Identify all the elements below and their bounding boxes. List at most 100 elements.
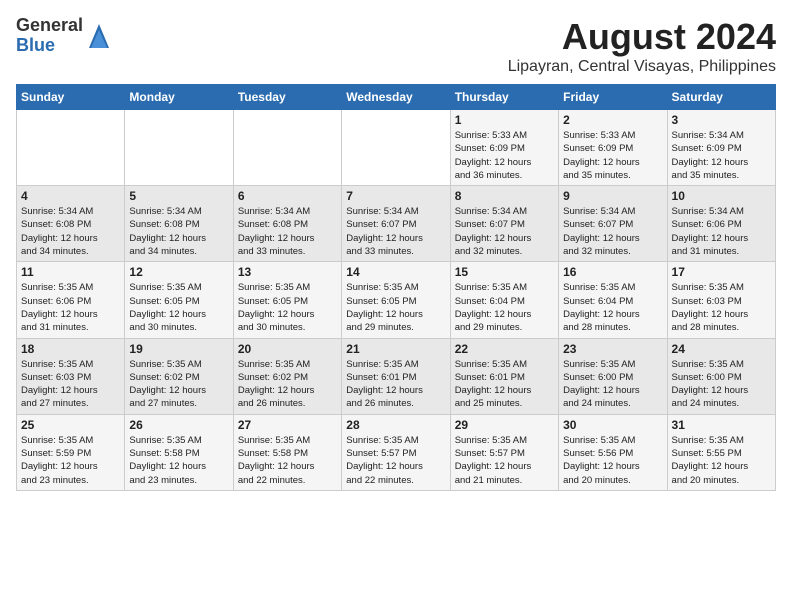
day-number: 28 bbox=[346, 418, 445, 432]
calendar-cell: 13 Sunrise: 5:35 AM Sunset: 6:05 PM Dayli… bbox=[233, 262, 341, 338]
weekday-header-tuesday: Tuesday bbox=[233, 85, 341, 110]
calendar-week-3: 11 Sunrise: 5:35 AM Sunset: 6:06 PM Dayli… bbox=[17, 262, 776, 338]
day-info: Sunrise: 5:34 AM Sunset: 6:06 PM Dayligh… bbox=[672, 205, 771, 258]
day-number: 27 bbox=[238, 418, 337, 432]
calendar-cell: 6 Sunrise: 5:34 AM Sunset: 6:08 PM Daylig… bbox=[233, 186, 341, 262]
calendar-table: SundayMondayTuesdayWednesdayThursdayFrid… bbox=[16, 84, 776, 491]
calendar-cell: 22 Sunrise: 5:35 AM Sunset: 6:01 PM Dayli… bbox=[450, 338, 558, 414]
calendar-cell: 16 Sunrise: 5:35 AM Sunset: 6:04 PM Dayli… bbox=[559, 262, 667, 338]
day-number: 21 bbox=[346, 342, 445, 356]
day-info: Sunrise: 5:35 AM Sunset: 6:01 PM Dayligh… bbox=[346, 358, 445, 411]
calendar-cell: 30 Sunrise: 5:35 AM Sunset: 5:56 PM Dayli… bbox=[559, 414, 667, 490]
day-info: Sunrise: 5:35 AM Sunset: 6:02 PM Dayligh… bbox=[238, 358, 337, 411]
calendar-week-1: 1 Sunrise: 5:33 AM Sunset: 6:09 PM Daylig… bbox=[17, 110, 776, 186]
month-title: August 2024 bbox=[508, 16, 776, 58]
day-info: Sunrise: 5:35 AM Sunset: 5:57 PM Dayligh… bbox=[455, 434, 554, 487]
day-info: Sunrise: 5:35 AM Sunset: 6:01 PM Dayligh… bbox=[455, 358, 554, 411]
day-number: 2 bbox=[563, 113, 662, 127]
logo: General Blue bbox=[16, 16, 111, 56]
location-title: Lipayran, Central Visayas, Philippines bbox=[508, 58, 776, 76]
calendar-week-4: 18Sunrise: 5:35 AM Sunset: 6:03 PM Dayli… bbox=[17, 338, 776, 414]
day-number: 16 bbox=[563, 265, 662, 279]
calendar-cell: 15 Sunrise: 5:35 AM Sunset: 6:04 PM Dayli… bbox=[450, 262, 558, 338]
day-info: Sunrise: 5:35 AM Sunset: 6:04 PM Dayligh… bbox=[563, 281, 662, 334]
day-info: Sunrise: 5:35 AM Sunset: 6:05 PM Dayligh… bbox=[346, 281, 445, 334]
calendar-cell: 11 Sunrise: 5:35 AM Sunset: 6:06 PM Dayli… bbox=[17, 262, 125, 338]
calendar-cell: 3Sunrise: 5:34 AM Sunset: 6:09 PM Daylig… bbox=[667, 110, 775, 186]
day-info: Sunrise: 5:34 AM Sunset: 6:07 PM Dayligh… bbox=[346, 205, 445, 258]
calendar-cell: 28 Sunrise: 5:35 AM Sunset: 5:57 PM Dayli… bbox=[342, 414, 450, 490]
day-info: Sunrise: 5:35 AM Sunset: 5:55 PM Dayligh… bbox=[672, 434, 771, 487]
day-number: 14 bbox=[346, 265, 445, 279]
day-number: 15 bbox=[455, 265, 554, 279]
day-number: 17 bbox=[672, 265, 771, 279]
page-header: General Blue August 2024 Lipayran, Centr… bbox=[16, 16, 776, 76]
calendar-cell: 19 Sunrise: 5:35 AM Sunset: 6:02 PM Dayli… bbox=[125, 338, 233, 414]
day-info: Sunrise: 5:35 AM Sunset: 5:58 PM Dayligh… bbox=[129, 434, 228, 487]
calendar-cell: 5 Sunrise: 5:34 AM Sunset: 6:08 PM Daylig… bbox=[125, 186, 233, 262]
calendar-cell: 1 Sunrise: 5:33 AM Sunset: 6:09 PM Daylig… bbox=[450, 110, 558, 186]
calendar-cell: 2 Sunrise: 5:33 AM Sunset: 6:09 PM Daylig… bbox=[559, 110, 667, 186]
day-number: 24 bbox=[672, 342, 771, 356]
logo-general: General bbox=[16, 16, 83, 36]
weekday-header-sunday: Sunday bbox=[17, 85, 125, 110]
calendar-week-2: 4 Sunrise: 5:34 AM Sunset: 6:08 PM Daylig… bbox=[17, 186, 776, 262]
calendar-cell: 9Sunrise: 5:34 AM Sunset: 6:07 PM Daylig… bbox=[559, 186, 667, 262]
calendar-cell: 10Sunrise: 5:34 AM Sunset: 6:06 PM Dayli… bbox=[667, 186, 775, 262]
day-number: 7 bbox=[346, 189, 445, 203]
day-number: 4 bbox=[21, 189, 120, 203]
day-info: Sunrise: 5:35 AM Sunset: 6:00 PM Dayligh… bbox=[563, 358, 662, 411]
calendar-cell: 25Sunrise: 5:35 AM Sunset: 5:59 PM Dayli… bbox=[17, 414, 125, 490]
calendar-cell bbox=[342, 110, 450, 186]
day-info: Sunrise: 5:35 AM Sunset: 6:03 PM Dayligh… bbox=[672, 281, 771, 334]
weekday-header-thursday: Thursday bbox=[450, 85, 558, 110]
day-number: 23 bbox=[563, 342, 662, 356]
title-area: August 2024 Lipayran, Central Visayas, P… bbox=[508, 16, 776, 76]
day-number: 18 bbox=[21, 342, 120, 356]
day-number: 5 bbox=[129, 189, 228, 203]
day-number: 22 bbox=[455, 342, 554, 356]
day-number: 25 bbox=[21, 418, 120, 432]
calendar-cell bbox=[125, 110, 233, 186]
day-info: Sunrise: 5:35 AM Sunset: 6:00 PM Dayligh… bbox=[672, 358, 771, 411]
day-number: 11 bbox=[21, 265, 120, 279]
day-info: Sunrise: 5:34 AM Sunset: 6:07 PM Dayligh… bbox=[455, 205, 554, 258]
day-info: Sunrise: 5:35 AM Sunset: 6:06 PM Dayligh… bbox=[21, 281, 120, 334]
day-number: 1 bbox=[455, 113, 554, 127]
day-info: Sunrise: 5:35 AM Sunset: 6:05 PM Dayligh… bbox=[238, 281, 337, 334]
weekday-header-monday: Monday bbox=[125, 85, 233, 110]
day-info: Sunrise: 5:35 AM Sunset: 6:05 PM Dayligh… bbox=[129, 281, 228, 334]
day-info: Sunrise: 5:35 AM Sunset: 6:04 PM Dayligh… bbox=[455, 281, 554, 334]
calendar-cell: 24 Sunrise: 5:35 AM Sunset: 6:00 PM Dayli… bbox=[667, 338, 775, 414]
weekday-header-row: SundayMondayTuesdayWednesdayThursdayFrid… bbox=[17, 85, 776, 110]
calendar-cell: 14 Sunrise: 5:35 AM Sunset: 6:05 PM Dayli… bbox=[342, 262, 450, 338]
calendar-cell: 17 Sunrise: 5:35 AM Sunset: 6:03 PM Dayli… bbox=[667, 262, 775, 338]
calendar-cell: 20Sunrise: 5:35 AM Sunset: 6:02 PM Dayli… bbox=[233, 338, 341, 414]
calendar-cell: 7 Sunrise: 5:34 AM Sunset: 6:07 PM Daylig… bbox=[342, 186, 450, 262]
day-info: Sunrise: 5:34 AM Sunset: 6:08 PM Dayligh… bbox=[129, 205, 228, 258]
day-number: 31 bbox=[672, 418, 771, 432]
day-info: Sunrise: 5:35 AM Sunset: 5:57 PM Dayligh… bbox=[346, 434, 445, 487]
logo-blue: Blue bbox=[16, 36, 83, 56]
calendar-cell: 4Sunrise: 5:34 AM Sunset: 6:08 PM Daylig… bbox=[17, 186, 125, 262]
day-info: Sunrise: 5:33 AM Sunset: 6:09 PM Dayligh… bbox=[563, 129, 662, 182]
day-info: Sunrise: 5:35 AM Sunset: 6:02 PM Dayligh… bbox=[129, 358, 228, 411]
day-info: Sunrise: 5:34 AM Sunset: 6:07 PM Dayligh… bbox=[563, 205, 662, 258]
day-info: Sunrise: 5:35 AM Sunset: 5:56 PM Dayligh… bbox=[563, 434, 662, 487]
calendar-cell bbox=[233, 110, 341, 186]
calendar-cell: 21 Sunrise: 5:35 AM Sunset: 6:01 PM Dayli… bbox=[342, 338, 450, 414]
weekday-header-wednesday: Wednesday bbox=[342, 85, 450, 110]
calendar-cell: 31 Sunrise: 5:35 AM Sunset: 5:55 PM Dayli… bbox=[667, 414, 775, 490]
calendar-week-5: 25Sunrise: 5:35 AM Sunset: 5:59 PM Dayli… bbox=[17, 414, 776, 490]
day-number: 30 bbox=[563, 418, 662, 432]
calendar-cell: 27Sunrise: 5:35 AM Sunset: 5:58 PM Dayli… bbox=[233, 414, 341, 490]
weekday-header-saturday: Saturday bbox=[667, 85, 775, 110]
day-number: 6 bbox=[238, 189, 337, 203]
day-number: 19 bbox=[129, 342, 228, 356]
calendar-cell: 26Sunrise: 5:35 AM Sunset: 5:58 PM Dayli… bbox=[125, 414, 233, 490]
day-number: 13 bbox=[238, 265, 337, 279]
day-info: Sunrise: 5:33 AM Sunset: 6:09 PM Dayligh… bbox=[455, 129, 554, 182]
calendar-cell: 18Sunrise: 5:35 AM Sunset: 6:03 PM Dayli… bbox=[17, 338, 125, 414]
day-number: 12 bbox=[129, 265, 228, 279]
day-info: Sunrise: 5:34 AM Sunset: 6:08 PM Dayligh… bbox=[238, 205, 337, 258]
